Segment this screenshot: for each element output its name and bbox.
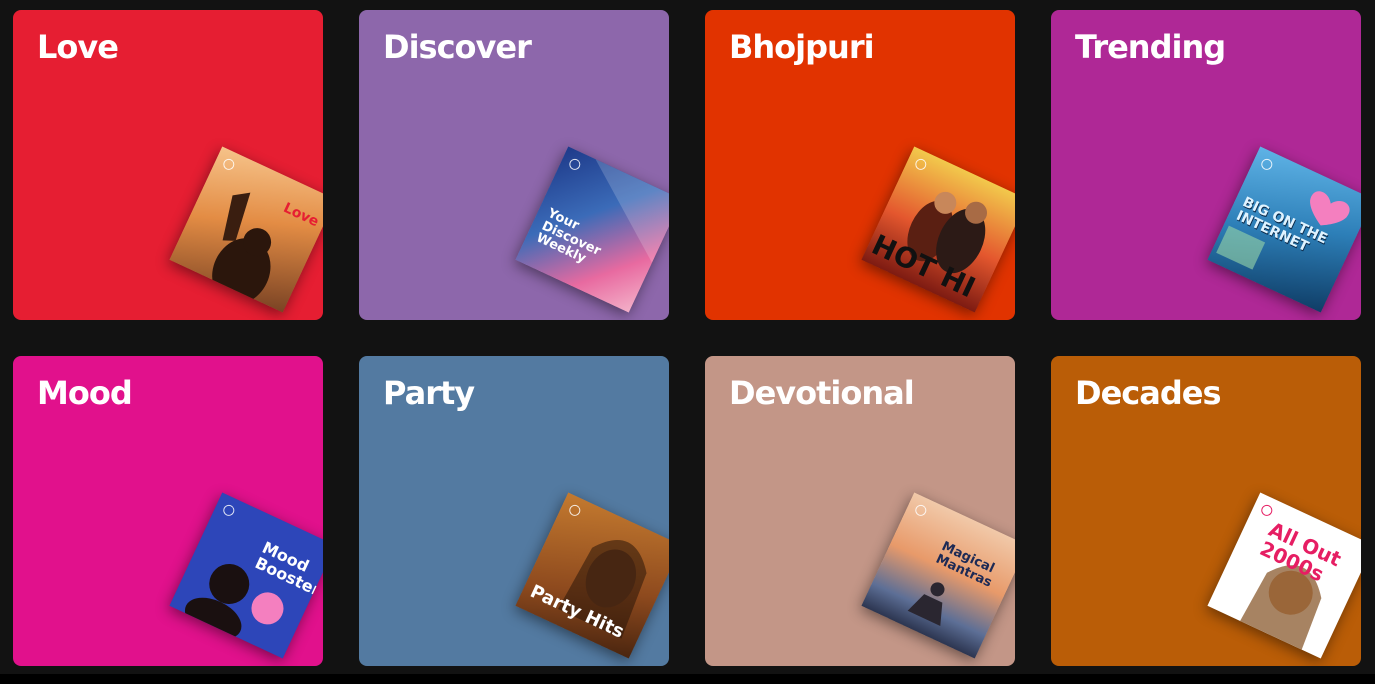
playlist-cover-image: Magical Mantras (861, 492, 1015, 659)
playlist-cover-image: Party Hits (515, 492, 669, 659)
playlist-cover-image: All Out 2000s (1207, 492, 1361, 659)
category-title: Mood (37, 374, 133, 412)
category-title: Discover (383, 28, 532, 66)
category-title: Trending (1075, 28, 1226, 66)
browse-categories-grid: Love Love Discover Your Discover Weekly … (13, 10, 1361, 666)
category-title: Decades (1075, 374, 1221, 412)
playlist-cover-image: HOT HI (861, 146, 1015, 313)
category-card-mood[interactable]: Mood Mood Booster (13, 356, 323, 666)
category-card-party[interactable]: Party Party Hits (359, 356, 669, 666)
category-title: Party (383, 374, 475, 412)
category-card-discover[interactable]: Discover Your Discover Weekly (359, 10, 669, 320)
category-card-decades[interactable]: Decades All Out 2000s (1051, 356, 1361, 666)
bottom-bar (0, 674, 1375, 684)
playlist-cover-image: BIG ON THE INTERNET (1207, 146, 1361, 313)
category-card-trending[interactable]: Trending BIG ON THE INTERNET (1051, 10, 1361, 320)
category-title: Devotional (729, 374, 915, 412)
category-card-bhojpuri[interactable]: Bhojpuri HOT HI (705, 10, 1015, 320)
silhouette-art (212, 192, 272, 305)
category-card-love[interactable]: Love Love (13, 10, 323, 320)
playlist-cover-image: Mood Booster (169, 492, 323, 659)
portrait-art (558, 540, 647, 639)
playlist-cover-image: Your Discover Weekly (515, 146, 669, 313)
category-card-devotional[interactable]: Devotional Magical Mantras (705, 356, 1015, 666)
category-title: Love (37, 28, 119, 66)
category-title: Bhojpuri (729, 28, 875, 66)
playlist-cover-image: Love (169, 146, 323, 313)
